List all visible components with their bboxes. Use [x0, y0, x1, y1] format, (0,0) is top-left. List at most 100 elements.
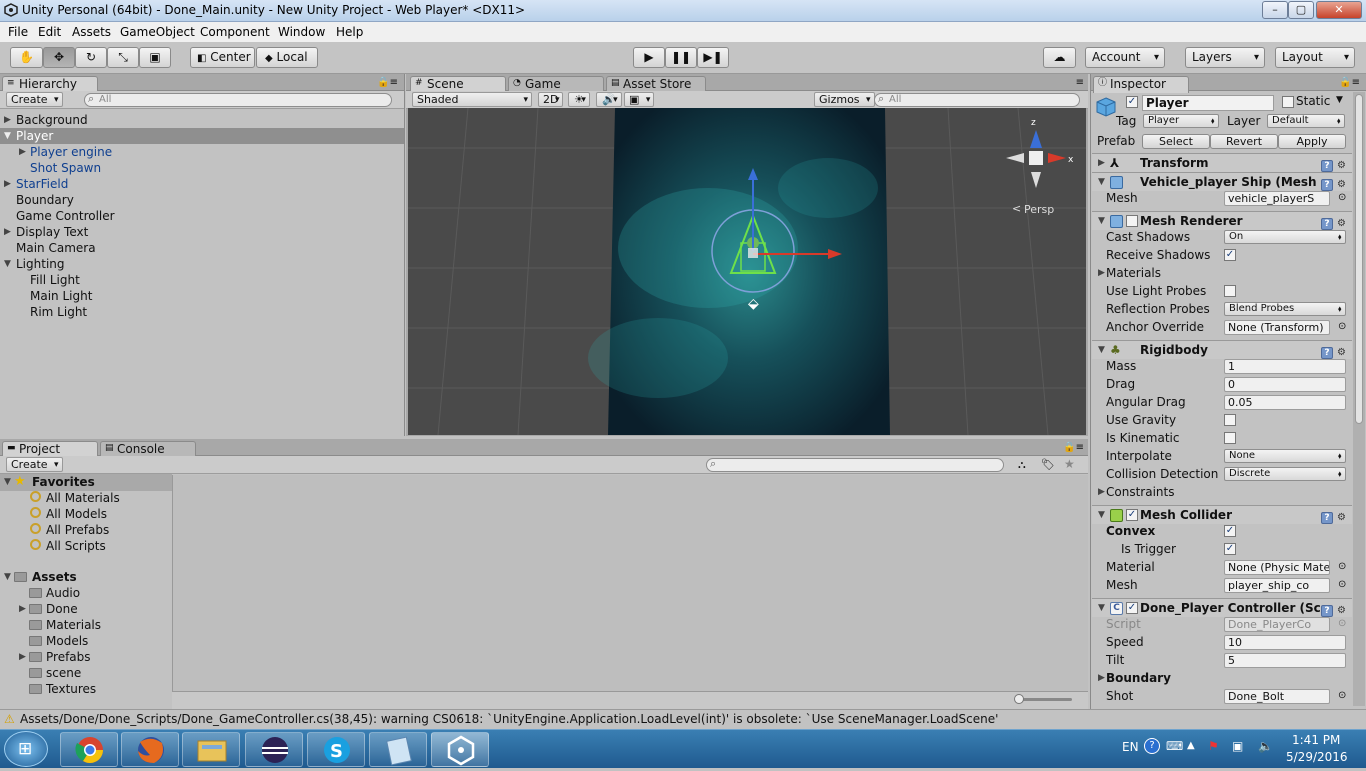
panel-menu-icon[interactable]: 🔒≡: [377, 77, 398, 88]
effects-dropdown[interactable]: ▣: [624, 92, 655, 107]
collapse-arrow-icon[interactable]: ▼: [4, 256, 11, 272]
hierarchy-item[interactable]: Rim Light: [30, 304, 87, 320]
prefab-revert-button[interactable]: Revert: [1210, 134, 1278, 149]
tab-console[interactable]: ▤ Console: [100, 441, 196, 457]
cast-shadows-dropdown[interactable]: On: [1224, 230, 1346, 244]
hierarchy-item[interactable]: Game Controller: [16, 208, 115, 224]
menu-edit[interactable]: Edit: [38, 25, 61, 39]
expand-arrow-icon[interactable]: ▶: [19, 144, 26, 160]
chevron-down-icon[interactable]: ▼: [1336, 95, 1343, 105]
layout-dropdown[interactable]: Layout: [1275, 47, 1355, 68]
project-content-area[interactable]: [172, 475, 1088, 691]
expand-arrow-icon[interactable]: ▶: [1098, 264, 1105, 282]
pivot-center-toggle[interactable]: ◧ Center: [190, 47, 255, 68]
hierarchy-item[interactable]: Player engine: [30, 144, 112, 160]
hierarchy-item[interactable]: Shot Spawn: [30, 160, 101, 176]
tilt-field[interactable]: 5: [1224, 653, 1346, 668]
mass-field[interactable]: 1: [1224, 359, 1346, 374]
object-name-field[interactable]: Player: [1142, 95, 1274, 111]
project-search-input[interactable]: [706, 458, 1004, 472]
close-button[interactable]: ✕: [1316, 1, 1362, 19]
clock-time[interactable]: 1:41 PM: [1292, 733, 1340, 747]
minimize-button[interactable]: –: [1262, 1, 1288, 19]
prefab-apply-button[interactable]: Apply: [1278, 134, 1346, 149]
favorite-item[interactable]: All Materials: [46, 490, 120, 506]
convex-checkbox[interactable]: ✓: [1224, 525, 1236, 537]
taskbar-explorer[interactable]: [182, 732, 240, 767]
tab-asset-store[interactable]: ▤ Asset Store: [606, 76, 706, 92]
status-bar[interactable]: ⚠ Assets/Done/Done_Scripts/Done_GameCont…: [0, 709, 1366, 729]
play-button[interactable]: ▶: [633, 47, 665, 68]
hierarchy-item-selected[interactable]: Player: [0, 128, 404, 144]
zoom-slider-handle[interactable]: [1014, 694, 1024, 704]
anchor-override-field[interactable]: None (Transform): [1224, 320, 1330, 335]
hierarchy-search-input[interactable]: All: [84, 93, 392, 107]
interpolate-dropdown[interactable]: None: [1224, 449, 1346, 463]
move-tool-button[interactable]: ✥: [43, 47, 75, 68]
asset-folder[interactable]: Materials: [46, 617, 101, 633]
tab-inspector[interactable]: ⓘ Inspector: [1093, 76, 1189, 93]
asset-folder[interactable]: Models: [46, 633, 88, 649]
object-picker-icon[interactable]: ⊙: [1338, 576, 1346, 594]
filter-label-icon[interactable]: 🏷: [1041, 458, 1055, 471]
enable-checkbox[interactable]: [1126, 215, 1138, 227]
drag-field[interactable]: 0: [1224, 377, 1346, 392]
speed-field[interactable]: 10: [1224, 635, 1346, 650]
boundary-row[interactable]: ▶ Boundary: [1092, 669, 1352, 687]
tray-up-arrow-icon[interactable]: ▲: [1187, 740, 1195, 751]
asset-folder[interactable]: Textures: [46, 681, 96, 697]
asset-folder[interactable]: Done: [46, 601, 78, 617]
2d-toggle[interactable]: 2D: [538, 92, 564, 107]
favorite-item[interactable]: All Prefabs: [46, 522, 109, 538]
enable-checkbox[interactable]: ✓: [1126, 602, 1138, 614]
object-picker-icon[interactable]: ⊙: [1338, 687, 1346, 705]
asset-folder[interactable]: Prefabs: [46, 649, 91, 665]
audio-toggle[interactable]: 🔊: [596, 92, 622, 107]
help-icon[interactable]: ?: [1144, 738, 1160, 754]
hierarchy-create-button[interactable]: Create: [6, 92, 63, 107]
menu-file[interactable]: File: [8, 25, 28, 39]
account-dropdown[interactable]: Account: [1085, 47, 1165, 68]
is-kinematic-checkbox[interactable]: [1224, 432, 1236, 444]
language-indicator[interactable]: EN: [1122, 740, 1139, 754]
help-icon[interactable]: ?: [1321, 160, 1334, 172]
collapse-arrow-icon[interactable]: ▼: [4, 474, 11, 490]
hierarchy-item[interactable]: Display Text: [16, 224, 88, 240]
taskbar-chrome[interactable]: [60, 732, 118, 767]
transform-component-header[interactable]: ▶ ⅄ Transform ? ⚙: [1092, 153, 1352, 172]
hierarchy-item[interactable]: Main Light: [30, 288, 92, 304]
hierarchy-item[interactable]: Boundary: [16, 192, 74, 208]
is-trigger-checkbox[interactable]: ✓: [1224, 543, 1236, 555]
collapse-arrow-icon[interactable]: ▼: [4, 569, 11, 585]
volume-icon[interactable]: 🔈: [1258, 739, 1273, 753]
taskbar-firefox[interactable]: [121, 732, 179, 767]
collision-detection-dropdown[interactable]: Discrete: [1224, 467, 1346, 481]
menu-component[interactable]: Component: [200, 25, 270, 39]
meshfilter-mesh-field[interactable]: vehicle_playerS: [1224, 191, 1330, 206]
orientation-gizmo[interactable]: [1006, 130, 1066, 188]
hierarchy-item[interactable]: Main Camera: [16, 240, 96, 256]
gear-icon[interactable]: ⚙: [1337, 160, 1346, 171]
expand-arrow-icon[interactable]: ▶: [19, 649, 26, 665]
panel-menu-icon[interactable]: 🔒≡: [1063, 442, 1084, 453]
lighting-toggle[interactable]: ☀: [568, 92, 590, 107]
expand-arrow-icon[interactable]: ▶: [4, 112, 11, 128]
gizmos-dropdown[interactable]: Gizmos: [814, 92, 875, 107]
expand-arrow-icon[interactable]: ▶: [1098, 483, 1105, 501]
project-create-button[interactable]: Create: [6, 457, 63, 472]
favorite-item[interactable]: All Models: [46, 506, 107, 522]
light-probes-checkbox[interactable]: [1224, 285, 1236, 297]
persp-label[interactable]: Persp: [1024, 203, 1054, 216]
filter-type-icon[interactable]: ⛬: [1018, 458, 1026, 472]
shot-field[interactable]: Done_Bolt: [1224, 689, 1330, 704]
panel-menu-icon[interactable]: ≡: [1076, 77, 1084, 88]
cloud-button[interactable]: ☁: [1043, 47, 1076, 68]
object-picker-icon[interactable]: ⊙: [1338, 558, 1346, 576]
menu-assets[interactable]: Assets: [72, 25, 111, 39]
layers-dropdown[interactable]: Layers: [1185, 47, 1265, 68]
object-picker-icon[interactable]: ⊙: [1338, 189, 1346, 207]
pivot-space-toggle[interactable]: ◆ Local: [256, 47, 318, 68]
taskbar-eclipse[interactable]: [245, 732, 303, 767]
expand-arrow-icon[interactable]: ▶: [19, 601, 26, 617]
menu-window[interactable]: Window: [278, 25, 325, 39]
